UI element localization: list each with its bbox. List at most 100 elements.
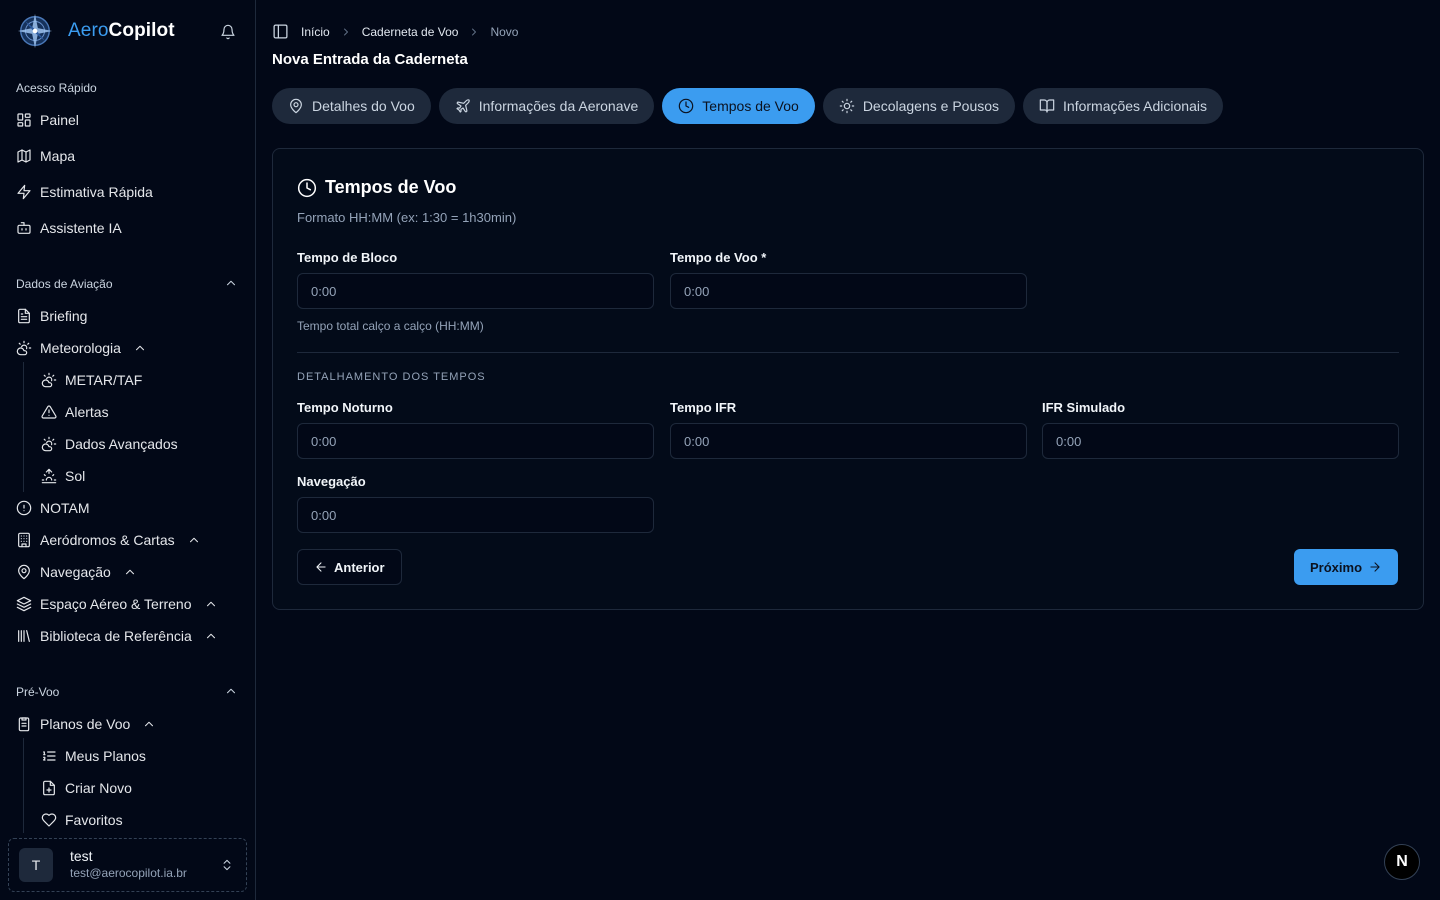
layers-icon: [16, 596, 32, 612]
sim-ifr-label: IFR Simulado: [1042, 400, 1126, 415]
section-quick-access: Acesso Rápido: [16, 81, 97, 95]
sidebar-item-label: Aeródromos & Cartas: [40, 532, 175, 548]
nextjs-badge[interactable]: N: [1384, 844, 1420, 880]
tab-label: Tempos de Voo: [702, 98, 799, 114]
sidebar-subitem-metar[interactable]: METAR/TAF: [41, 370, 142, 390]
sidebar-subitem-label: Alertas: [65, 404, 109, 420]
next-button[interactable]: Próximo: [1294, 549, 1399, 585]
tab-flight-details[interactable]: Detalhes do Voo: [272, 88, 431, 124]
tab-takeoffs-landings[interactable]: Decolagens e Pousos: [822, 88, 1016, 124]
sidebar-subitem-favoritos[interactable]: Favoritos: [41, 810, 123, 830]
breadcrumb-home[interactable]: Início: [301, 25, 330, 39]
sidebar-subitem-criar-novo[interactable]: Criar Novo: [41, 778, 132, 798]
navigation-label: Navegação: [297, 474, 366, 489]
sidebar-item-biblioteca[interactable]: Biblioteca de Referência: [16, 626, 218, 646]
sim-ifr-input[interactable]: [1042, 423, 1399, 459]
chevron-up-icon: [135, 345, 144, 351]
sidebar-item-label: NOTAM: [40, 500, 90, 516]
sidebar-subitem-meus-planos[interactable]: Meus Planos: [41, 746, 146, 766]
sidebar-item-label: Mapa: [40, 148, 76, 164]
sidebar-item-navegacao[interactable]: Navegação: [16, 562, 137, 582]
alert-triangle-icon: [41, 405, 57, 419]
sidebar-item-label: Planos de Voo: [40, 716, 131, 732]
sidebar-item-espaco-aereo[interactable]: Espaço Aéreo & Terreno: [16, 594, 218, 614]
sidebar-item-label: Biblioteca de Referência: [40, 628, 192, 644]
sidebar-subitem-label: Dados Avançados: [65, 436, 178, 452]
chevron-up-icon: [145, 721, 154, 727]
tab-flight-times[interactable]: Tempos de Voo: [662, 88, 815, 124]
sidebar-item-label: Navegação: [40, 564, 111, 580]
breadcrumb-current: Novo: [490, 24, 519, 39]
sidebar: AeroCopilot Acesso Rápido Painel Mapa Es…: [0, 0, 256, 900]
block-time-input[interactable]: [297, 273, 654, 309]
bell-icon[interactable]: [220, 24, 236, 40]
sidebar-item-label: Assistente IA: [40, 220, 122, 236]
card-description: Formato HH:MM (ex: 1:30 = 1h30min): [297, 210, 517, 225]
cloud-sun-icon: [41, 372, 57, 388]
avatar: T: [19, 848, 53, 882]
sidebar-item-painel[interactable]: Painel: [16, 110, 79, 130]
tab-additional-info[interactable]: Informações Adicionais: [1023, 88, 1223, 124]
flight-times-card: Tempos de Voo Formato HH:MM (ex: 1:30 = …: [272, 148, 1424, 610]
night-time-label: Tempo Noturno: [297, 400, 393, 415]
sidebar-item-estimativa[interactable]: Estimativa Rápida: [16, 182, 153, 202]
compass-logo-icon: [17, 13, 53, 49]
arrow-left-icon: [316, 562, 326, 572]
tab-aircraft-info[interactable]: Informações da Aeronave: [438, 88, 655, 124]
chevron-right-icon: [340, 26, 352, 38]
sidebar-item-assistente[interactable]: Assistente IA: [16, 218, 122, 238]
sidebar-subitem-sol[interactable]: Sol: [41, 466, 85, 486]
chevron-up-icon[interactable]: [224, 276, 238, 290]
sidebar-item-label: Estimativa Rápida: [40, 184, 153, 200]
sidebar-item-label: Meteorologia: [40, 340, 121, 356]
block-time-help: Tempo total calço a calço (HH:MM): [297, 319, 484, 333]
sidebar-subitem-dados-avancados[interactable]: Dados Avançados: [41, 434, 178, 454]
sidebar-item-label: Painel: [40, 112, 79, 128]
previous-button[interactable]: Anterior: [297, 549, 402, 585]
sidebar-item-label: Briefing: [40, 308, 88, 324]
tab-list: Detalhes do Voo Informações da Aeronave …: [272, 88, 1223, 124]
sidebar-subitem-label: Meus Planos: [65, 748, 146, 764]
sidebar-item-aerodromos[interactable]: Aeródromos & Cartas: [16, 530, 201, 550]
chevron-up-icon: [206, 601, 215, 607]
sidebar-item-meteorologia[interactable]: Meteorologia: [16, 338, 147, 358]
flight-time-input[interactable]: [670, 273, 1027, 309]
sidebar-subitem-label: Criar Novo: [65, 780, 132, 796]
user-menu[interactable]: T test test@aerocopilot.ia.br: [8, 838, 247, 892]
breadcrumb-logbook[interactable]: Caderneta de Voo: [362, 25, 459, 39]
brand-name: AeroCopilot: [68, 20, 175, 41]
block-time-label: Tempo de Bloco: [297, 250, 398, 265]
clock-icon: [297, 178, 317, 197]
divider: [297, 352, 1399, 353]
file-text-icon: [18, 308, 30, 324]
submenu-line: [23, 738, 24, 833]
chevron-up-icon[interactable]: [224, 684, 238, 698]
night-time-input[interactable]: [297, 423, 654, 459]
brand[interactable]: AeroCopilot: [16, 12, 175, 50]
heart-icon: [41, 813, 57, 827]
navigation-input[interactable]: [297, 497, 654, 533]
sidebar-item-briefing[interactable]: Briefing: [16, 306, 87, 326]
sidebar-item-planos[interactable]: Planos de Voo: [16, 714, 156, 734]
sidebar-item-notam[interactable]: NOTAM: [16, 498, 90, 518]
sun-icon: [839, 98, 855, 114]
sidebar-item-label: Espaço Aéreo & Terreno: [40, 596, 192, 612]
previous-label: Anterior: [334, 559, 385, 575]
sidebar-item-mapa[interactable]: Mapa: [16, 146, 75, 166]
sidebar-subitem-label: METAR/TAF: [65, 372, 143, 388]
card-title: Tempos de Voo: [297, 177, 456, 198]
file-plus-icon: [43, 780, 55, 796]
map-pin-icon: [290, 98, 302, 114]
sidebar-toggle-icon[interactable]: [272, 23, 289, 40]
map-icon: [17, 149, 31, 163]
arrow-right-icon: [1370, 562, 1380, 572]
ifr-time-label: Tempo IFR: [670, 400, 737, 415]
page-title: Nova Entrada da Caderneta: [272, 51, 468, 68]
chevron-up-icon: [125, 569, 134, 575]
ifr-time-input[interactable]: [670, 423, 1027, 459]
chevron-up-icon: [206, 633, 215, 639]
list-ordered-icon: [43, 751, 56, 761]
cloud-sun-icon: [41, 436, 57, 452]
building-icon: [18, 532, 30, 548]
sidebar-subitem-alertas[interactable]: Alertas: [41, 402, 109, 422]
